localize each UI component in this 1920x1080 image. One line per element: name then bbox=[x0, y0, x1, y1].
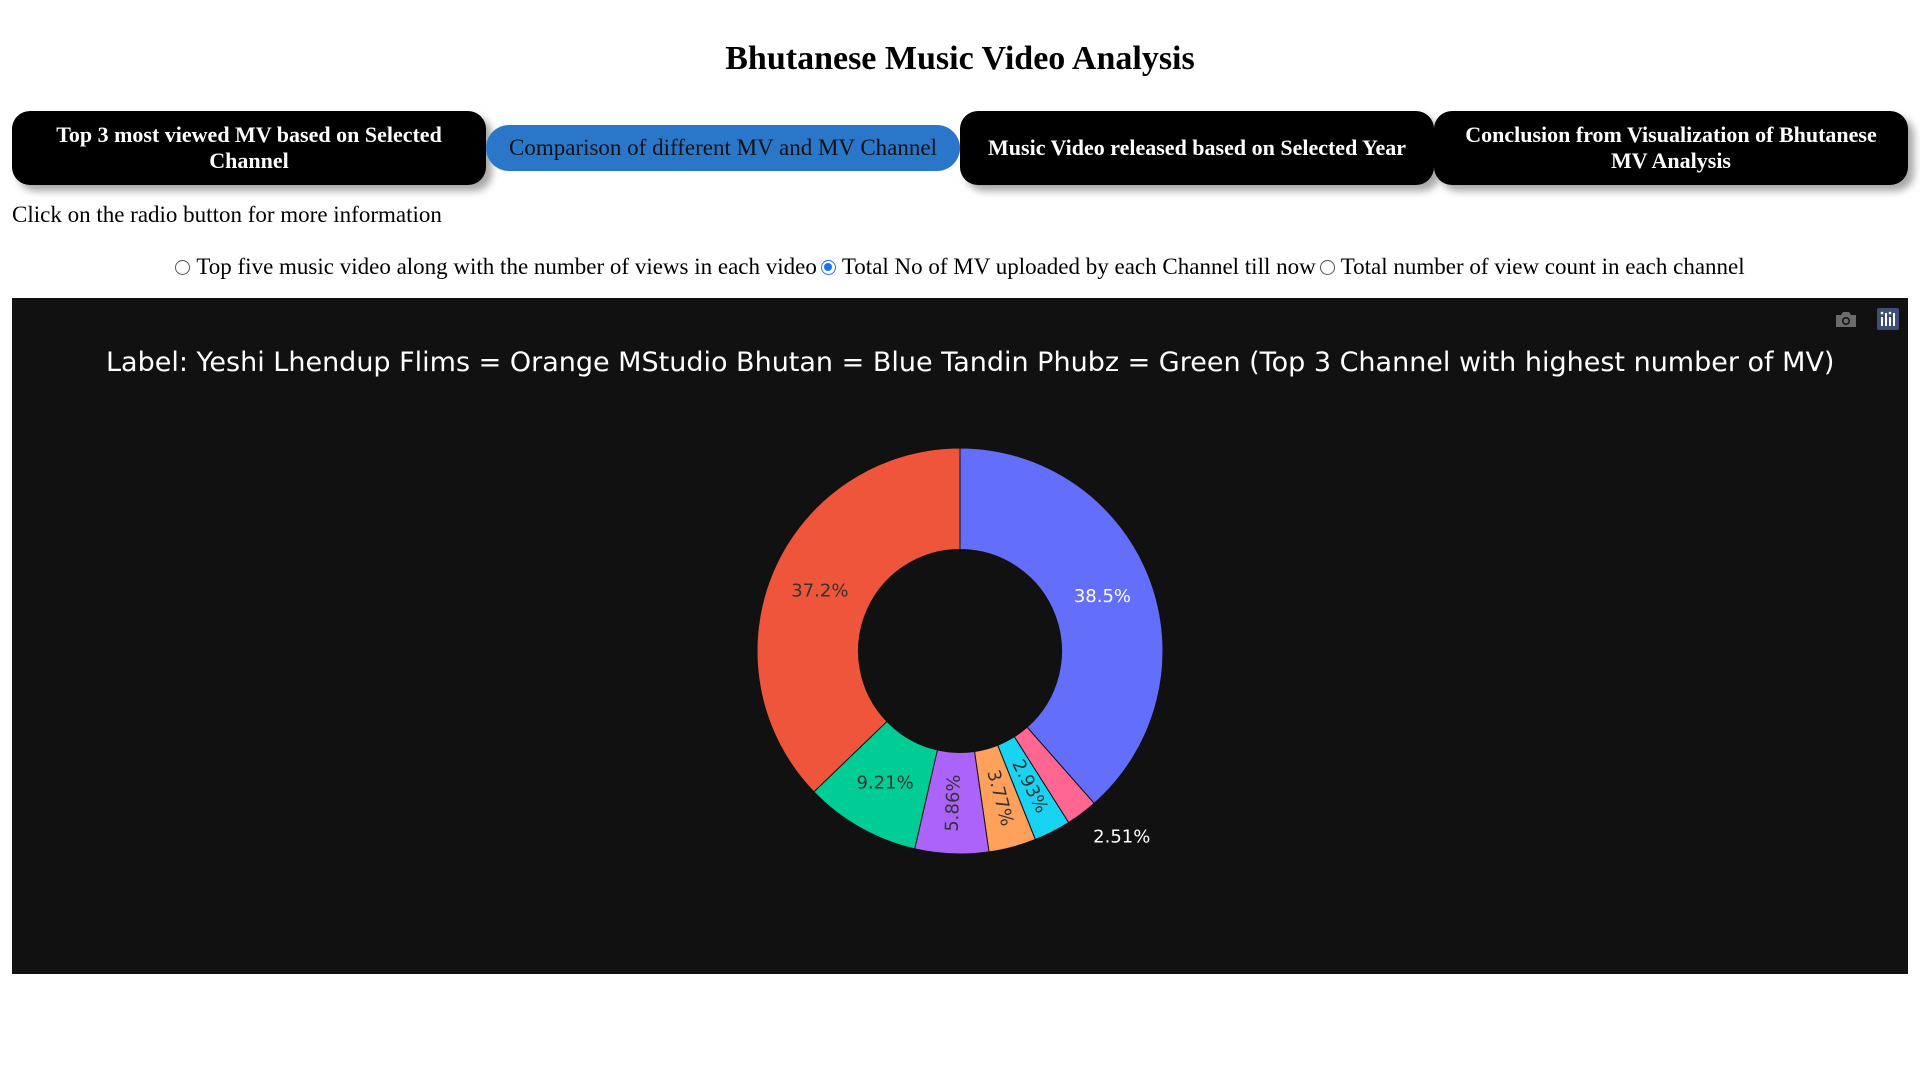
tab-comparison[interactable]: Comparison of different MV and MV Channe… bbox=[486, 125, 960, 171]
radio-label: Total number of view count in each chann… bbox=[1340, 254, 1745, 279]
tab-conclusion[interactable]: Conclusion from Visualization of Bhutane… bbox=[1434, 111, 1908, 185]
pie-slice[interactable] bbox=[756, 447, 961, 793]
slice-label: 38.5% bbox=[1074, 586, 1131, 607]
radio-label: Top five music video along with the numb… bbox=[196, 254, 817, 279]
radio-button[interactable] bbox=[175, 259, 191, 275]
slice-label: 5.86% bbox=[942, 774, 965, 832]
radio-button-selected[interactable] bbox=[820, 259, 836, 275]
radio-option-total-mv[interactable]: Total No of MV uploaded by each Channel … bbox=[820, 254, 1316, 280]
tab-released-by-year[interactable]: Music Video released based on Selected Y… bbox=[960, 111, 1434, 185]
chart-title: Label: Yeshi Lhendup Flims = Orange MStu… bbox=[106, 347, 1834, 378]
slice-label: 2.51% bbox=[1093, 826, 1150, 847]
slice-label: 9.21% bbox=[856, 773, 913, 794]
radio-button[interactable] bbox=[1319, 259, 1335, 275]
tab-top-3-most-viewed[interactable]: Top 3 most viewed MV based on Selected C… bbox=[12, 111, 486, 185]
tab-bar: Top 3 most viewed MV based on Selected C… bbox=[12, 110, 1908, 186]
radio-option-view-count[interactable]: Total number of view count in each chann… bbox=[1319, 254, 1745, 280]
slice-label: 37.2% bbox=[791, 580, 848, 601]
radio-group: Top five music video along with the numb… bbox=[0, 254, 1920, 280]
donut-chart: Label: Yeshi Lhendup Flims = Orange MStu… bbox=[106, 347, 1834, 855]
instruction-text: Click on the radio button for more infor… bbox=[12, 202, 442, 227]
chart-panel: Label: Yeshi Lhendup Flims = Orange MStu… bbox=[12, 298, 1908, 974]
radio-label: Total No of MV uploaded by each Channel … bbox=[841, 254, 1316, 279]
radio-option-top-five[interactable]: Top five music video along with the numb… bbox=[175, 254, 817, 280]
page: Bhutanese Music Video Analysis Top 3 mos… bbox=[0, 0, 1920, 1080]
page-title: Bhutanese Music Video Analysis bbox=[725, 40, 1195, 77]
